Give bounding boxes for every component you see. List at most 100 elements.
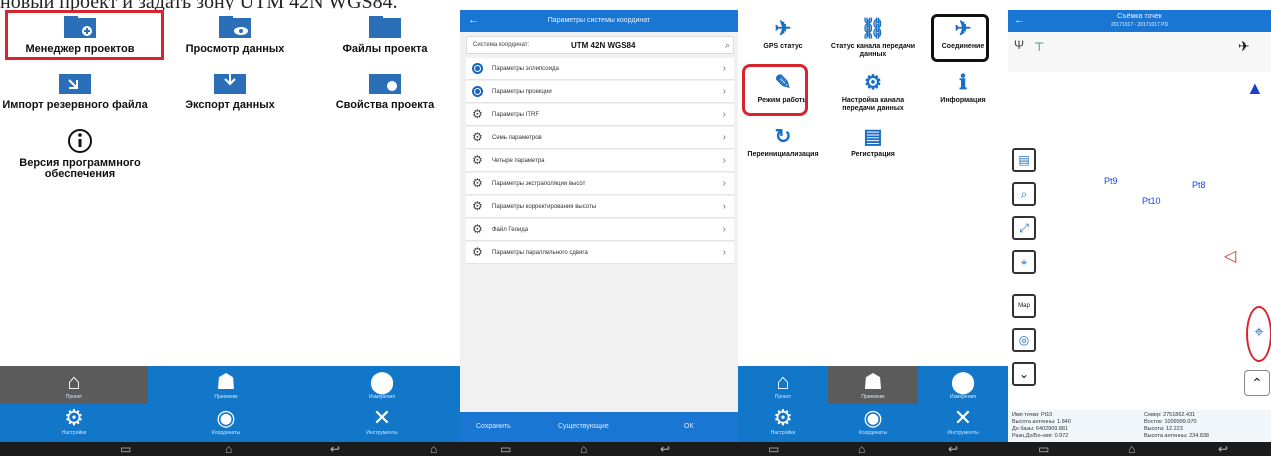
tab-settings[interactable]: ⚙ Настройки bbox=[738, 406, 828, 437]
satellite-icon: ✈ bbox=[774, 18, 792, 40]
home-nav-icon[interactable]: ⌂ bbox=[858, 443, 865, 455]
info-antenna: Высота антенны: 1.840 bbox=[1012, 419, 1071, 425]
header-bar: ← Съёмка точек 20171017 - 20171017 PD bbox=[1008, 10, 1271, 32]
param-row[interactable]: ⚙ Параметры ITRF › bbox=[466, 104, 734, 126]
tile-import-backup[interactable]: Импорт резервного файла bbox=[0, 70, 150, 111]
tile-gps-status[interactable]: ✈ GPS статус bbox=[738, 18, 828, 51]
gear-icon: ⚙ bbox=[472, 130, 483, 144]
back-nav-icon[interactable]: ↩ bbox=[948, 443, 958, 455]
tab-label: Приемник bbox=[214, 394, 238, 400]
home-nav-icon[interactable]: ⌂ bbox=[1128, 443, 1135, 455]
recent-apps-icon[interactable]: ▭ bbox=[120, 443, 131, 455]
tab-tools[interactable]: ✕ Инструменты bbox=[918, 406, 1008, 437]
back-nav-icon[interactable]: ↩ bbox=[660, 443, 670, 455]
tile-label: Свойства проекта bbox=[335, 99, 435, 111]
tile-reinit[interactable]: ↻ Переинициализация bbox=[738, 126, 828, 159]
recent-apps-icon[interactable]: ▭ bbox=[500, 443, 511, 455]
status-strip: Ψ ⊤ ✈ bbox=[1008, 32, 1271, 72]
zoom-extent-button[interactable]: ⌕ bbox=[1012, 182, 1036, 206]
header-title: Параметры системы координат bbox=[547, 17, 651, 24]
rover-icon: ⊤ bbox=[1034, 40, 1045, 54]
north-arrow-icon: ▲ bbox=[1246, 78, 1264, 98]
recent-apps-icon[interactable]: ▭ bbox=[1038, 443, 1049, 455]
param-row[interactable]: ⚙ Семь параметров › bbox=[466, 127, 734, 149]
coord-value: UTM 42N WGS84 bbox=[571, 41, 636, 50]
expand-up-button[interactable]: ⌃ bbox=[1244, 370, 1270, 396]
ok-button[interactable]: ОК bbox=[684, 423, 694, 430]
tab-project[interactable]: ⌂ Проект bbox=[0, 370, 148, 401]
tile-view-data[interactable]: Просмотр данных bbox=[160, 14, 310, 55]
param-row[interactable]: ⚙ Параметры параллельного сдвига › bbox=[466, 242, 734, 264]
expand-down-button[interactable]: ⌄ bbox=[1012, 362, 1036, 386]
tile-link-settings[interactable]: ⚙ Настройка канала передачи данных bbox=[828, 72, 918, 113]
map-point[interactable]: Pt8 bbox=[1192, 180, 1206, 190]
info-pdop: Разн.До/Бо-ния: 0.972 bbox=[1012, 433, 1069, 439]
tile-information[interactable]: ℹ Информация bbox=[918, 72, 1008, 105]
back-nav-icon[interactable]: ↩ bbox=[1218, 443, 1228, 455]
map-point[interactable]: Pt10 bbox=[1142, 196, 1161, 206]
param-row[interactable]: ⚙ Четыре параметра › bbox=[466, 150, 734, 172]
folder-import-icon bbox=[59, 74, 91, 94]
tile-label: Версия программного обеспечения bbox=[19, 157, 141, 180]
tab-receiver[interactable]: ☗ Приемник bbox=[828, 370, 918, 401]
info-lat: До базы: 6402909.881 bbox=[1012, 426, 1069, 432]
tile-export-data[interactable]: Экспорт данных bbox=[155, 70, 305, 111]
tab-measurements[interactable]: ⬤ Измерения bbox=[918, 370, 1008, 401]
registration-icon: ▤ bbox=[863, 126, 883, 148]
param-row[interactable]: Параметры проекции › bbox=[466, 81, 734, 103]
tab-coordinates[interactable]: ◉ Координаты bbox=[148, 406, 304, 437]
row-label: Параметры эллипсоида bbox=[492, 66, 559, 72]
param-row[interactable]: ⚙ Файл Геоида › bbox=[466, 219, 734, 241]
map-point[interactable]: Pt9 bbox=[1104, 176, 1118, 186]
tab-label: Координаты bbox=[858, 430, 888, 436]
tab-label: Инструменты bbox=[366, 430, 398, 436]
zoom-button[interactable]: ⤢ bbox=[1012, 216, 1036, 240]
home-nav-icon[interactable]: ⌂ bbox=[580, 443, 587, 455]
existing-button[interactable]: Существующие bbox=[558, 423, 609, 430]
tile-label: Статус канала передачи данных bbox=[830, 43, 916, 58]
folder-eye-icon bbox=[219, 16, 251, 38]
tab-measurements[interactable]: ⬤ Измерения bbox=[304, 370, 460, 401]
home-nav-icon[interactable]: ⌂ bbox=[430, 443, 437, 455]
locate-button[interactable]: ⌖ bbox=[1012, 250, 1036, 274]
title-line1: Съёмка точек bbox=[1117, 13, 1162, 20]
row-label: Параметры корректирования высоты bbox=[492, 204, 597, 210]
tile-label: Переинициализация bbox=[747, 151, 819, 158]
cursor-arrow-icon: ◁ bbox=[1224, 248, 1237, 265]
param-row[interactable]: ⚙ Параметры экстраполяции высот › bbox=[466, 173, 734, 195]
back-nav-icon[interactable]: ↩ bbox=[330, 443, 340, 455]
radio-icon bbox=[472, 86, 483, 97]
home-nav-icon[interactable]: ⌂ bbox=[225, 443, 232, 455]
caption-text: новый проект и задать зону UTM 42N WGS84… bbox=[0, 0, 398, 13]
save-button[interactable]: Сохранить bbox=[476, 423, 511, 430]
tile-label: Настройка канала передачи данных bbox=[841, 97, 905, 112]
search-icon[interactable]: ⌕ bbox=[725, 40, 730, 51]
tile-registration[interactable]: ▤ Регистрация bbox=[828, 126, 918, 159]
android-nav-bar: ▭ ⌂ ↩ bbox=[738, 442, 1008, 456]
info-name: Имя точки: Pt10 bbox=[1012, 412, 1053, 418]
tab-project[interactable]: ⌂ Проект bbox=[738, 370, 828, 401]
row-label: Параметры проекции bbox=[492, 89, 552, 95]
tile-project-properties[interactable]: Свойства проекта bbox=[310, 70, 460, 111]
tile-label: Файлы проекта bbox=[342, 43, 428, 55]
layers-button[interactable]: ▤ bbox=[1012, 148, 1036, 172]
tile-software-version[interactable]: Версия программного обеспечения bbox=[5, 128, 155, 180]
recent-apps-icon[interactable]: ▭ bbox=[768, 443, 779, 455]
tile-link-status[interactable]: ⛓ Статус канала передачи данных bbox=[828, 18, 918, 59]
header-bar: ← Параметры системы координат bbox=[460, 10, 738, 32]
info-hrms: Высота антенны: 234.838 bbox=[1144, 433, 1209, 439]
coord-system-field[interactable]: Система координат: UTM 42N WGS84 ⌕ bbox=[466, 36, 734, 54]
info-icon: ℹ bbox=[959, 72, 967, 94]
info-height: Высота: 12.223 bbox=[1144, 426, 1183, 432]
tile-project-files[interactable]: Файлы проекта bbox=[310, 14, 460, 55]
tab-coordinates[interactable]: ◉ Координаты bbox=[828, 406, 918, 437]
param-row[interactable]: ⚙ Параметры корректирования высоты › bbox=[466, 196, 734, 218]
param-row[interactable]: Параметры эллипсоида › bbox=[466, 58, 734, 80]
tab-tools[interactable]: ✕ Инструменты bbox=[304, 406, 460, 437]
tab-settings[interactable]: ⚙ Настройки bbox=[0, 406, 148, 437]
tab-receiver[interactable]: ☗ Приемник bbox=[148, 370, 304, 401]
map-button[interactable]: Map bbox=[1012, 294, 1036, 318]
gear-icon: ⚙ bbox=[472, 245, 483, 259]
add-point-button[interactable]: ⌖ bbox=[1246, 306, 1271, 362]
point-button[interactable]: ◎ bbox=[1012, 328, 1036, 352]
